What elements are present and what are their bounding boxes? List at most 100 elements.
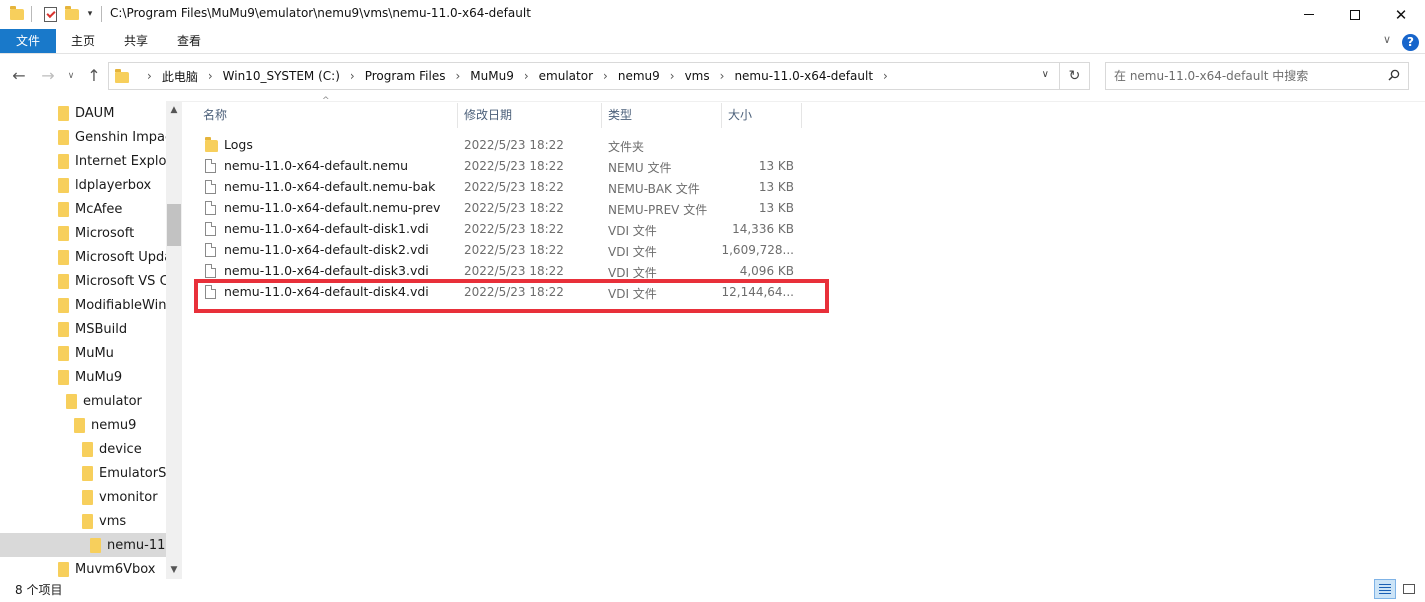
nav-tree-label: Internet Explorer [75, 153, 166, 169]
nav-tree-item[interactable]: MuMu [0, 341, 166, 365]
nav-tree-item[interactable]: DAUM [0, 101, 166, 125]
file-row[interactable]: nemu-11.0-x64-default.nemu-prev 2022/5/23… [197, 198, 802, 219]
maximize-button[interactable] [1332, 0, 1378, 29]
quick-access-divider [31, 6, 32, 22]
column-header-size[interactable]: 大小 [722, 103, 802, 128]
search-icon[interactable] [1388, 69, 1400, 81]
file-size: 14,336 KB [732, 222, 794, 236]
file-name: nemu-11.0-x64-default-disk3.vdi [224, 263, 429, 278]
scroll-down-icon[interactable]: ▼ [166, 561, 182, 579]
tab-share[interactable]: 共享 [110, 29, 162, 53]
nav-tree-item[interactable]: nemu-11.0-x64-default [0, 533, 166, 557]
close-button[interactable]: ✕ [1378, 0, 1424, 29]
folder-icon [58, 129, 69, 145]
minimize-button[interactable] [1286, 0, 1332, 29]
breadcrumb-item[interactable]: Program Files [365, 69, 446, 83]
tab-home[interactable]: 主页 [56, 29, 110, 53]
tab-view[interactable]: 查看 [162, 29, 216, 53]
address-history-icon[interactable]: ∨ [1042, 69, 1049, 80]
breadcrumb-chevron-icon[interactable]: › [350, 69, 355, 83]
folder-icon [58, 561, 69, 577]
folder-icon [82, 489, 93, 505]
nav-tree-item[interactable]: vms [0, 509, 166, 533]
file-row[interactable]: nemu-11.0-x64-default.nemu-bak 2022/5/23 … [197, 177, 802, 198]
breadcrumb-chevron-icon[interactable]: › [720, 69, 725, 83]
file-date: 2022/5/23 18:22 [464, 222, 564, 236]
file-icon [205, 201, 216, 215]
address-divider [0, 101, 1425, 102]
breadcrumb-item[interactable]: nemu-11.0-x64-default [734, 69, 873, 83]
breadcrumb-item[interactable]: nemu9 [618, 69, 660, 83]
nav-tree-item[interactable]: device [0, 437, 166, 461]
breadcrumb-chevron-icon[interactable]: › [524, 69, 529, 83]
nav-scrollbar-thumb[interactable] [167, 204, 181, 246]
ribbon-tabs: 文件 主页 共享 查看 ∨ [0, 29, 1425, 53]
breadcrumb-chevron-icon[interactable]: › [883, 69, 888, 83]
nav-tree-label: Microsoft Update [75, 249, 166, 265]
customize-quick-access-icon[interactable]: ▾ [84, 5, 96, 23]
recent-locations-icon[interactable]: ∨ [64, 64, 78, 88]
nav-tree-item[interactable]: Microsoft [0, 221, 166, 245]
nav-tree-label: Genshin Impact [75, 129, 166, 145]
up-arrow-icon[interactable]: ↑ [84, 64, 104, 88]
nav-tree-item[interactable]: ldplayerbox [0, 173, 166, 197]
scroll-up-icon[interactable]: ▲ [166, 101, 182, 119]
breadcrumb-chevron-icon[interactable]: › [670, 69, 675, 83]
new-folder-icon[interactable] [64, 5, 80, 23]
forward-arrow-icon[interactable]: → [38, 64, 58, 88]
file-size: 13 KB [758, 201, 794, 215]
breadcrumb-chevron-icon[interactable]: › [455, 69, 460, 83]
large-icons-view-button[interactable] [1398, 579, 1420, 599]
item-count: 8 个项目 [15, 583, 63, 597]
search-box[interactable] [1105, 62, 1409, 90]
breadcrumb-item[interactable]: vms [685, 69, 710, 83]
nav-tree-item[interactable]: emulator [0, 389, 166, 413]
file-row[interactable]: nemu-11.0-x64-default-disk2.vdi 2022/5/23… [197, 240, 802, 261]
file-row[interactable]: nemu-11.0-x64-default.nemu 2022/5/23 18:2… [197, 156, 802, 177]
nav-tree-item[interactable]: Muvm6Vbox [0, 557, 166, 579]
help-icon[interactable]: ? [1402, 34, 1419, 51]
nav-tree-item[interactable]: nemu9 [0, 413, 166, 437]
breadcrumb-chevron-icon[interactable]: › [208, 69, 213, 83]
breadcrumb-chevron-icon[interactable]: › [603, 69, 608, 83]
nav-scrollbar[interactable] [166, 101, 182, 579]
properties-icon[interactable] [42, 5, 58, 23]
folder-icon [58, 369, 69, 385]
breadcrumb-item[interactable]: MuMu9 [470, 69, 514, 83]
file-row[interactable]: nemu-11.0-x64-default-disk1.vdi 2022/5/23… [197, 219, 802, 240]
nav-tree-label: device [99, 441, 142, 457]
file-row[interactable]: Logs 2022/5/23 18:22 文件夹 [197, 135, 802, 156]
nav-tree-item[interactable]: ModifiableWindowsApps [0, 293, 166, 317]
column-header-date[interactable]: 修改日期 [458, 103, 602, 128]
nav-tree-item[interactable]: Internet Explorer [0, 149, 166, 173]
refresh-icon: ↻ [1068, 68, 1081, 84]
folder-icon [58, 225, 69, 241]
nav-tree-label: nemu-11.0-x64-default [107, 537, 166, 553]
file-type: VDI 文件 [608, 224, 657, 238]
nav-tree-item[interactable]: Microsoft Update [0, 245, 166, 269]
breadcrumb-item[interactable]: Win10_SYSTEM (C:) [223, 69, 340, 83]
nav-tree-item[interactable]: MSBuild [0, 317, 166, 341]
refresh-button[interactable]: ↻ [1060, 62, 1090, 90]
column-header-type[interactable]: 类型 [602, 103, 722, 128]
nav-tree-item[interactable]: EmulatorShell [0, 461, 166, 485]
search-input[interactable] [1114, 68, 1374, 84]
breadcrumb-item[interactable]: 此电脑 [162, 68, 198, 85]
title-bar: ▾ C:\Program Files\MuMu9\emulator\nemu9\… [0, 0, 1425, 29]
tab-file[interactable]: 文件 [0, 29, 56, 53]
breadcrumb-chevron-icon[interactable]: › [147, 69, 152, 83]
breadcrumb-item[interactable]: emulator [539, 69, 593, 83]
nav-tree-label: Microsoft VS Code [75, 273, 166, 289]
expand-ribbon-icon[interactable]: ∨ [1380, 33, 1394, 47]
nav-tree-label: ModifiableWindowsApps [75, 297, 166, 313]
column-header-name[interactable]: 名称 [197, 103, 458, 128]
back-arrow-icon[interactable]: ← [9, 64, 29, 88]
details-view-button[interactable] [1374, 579, 1396, 599]
nav-tree-item[interactable]: Microsoft VS Code [0, 269, 166, 293]
nav-tree-label: nemu9 [91, 417, 137, 433]
nav-tree-item[interactable]: MuMu9 [0, 365, 166, 389]
nav-tree-item[interactable]: Genshin Impact [0, 125, 166, 149]
nav-tree-item[interactable]: vmonitor [0, 485, 166, 509]
address-bar[interactable]: › 此电脑 › Win10_SYSTEM (C:) › Program Files › MuM… [108, 62, 1060, 90]
nav-tree-item[interactable]: McAfee [0, 197, 166, 221]
